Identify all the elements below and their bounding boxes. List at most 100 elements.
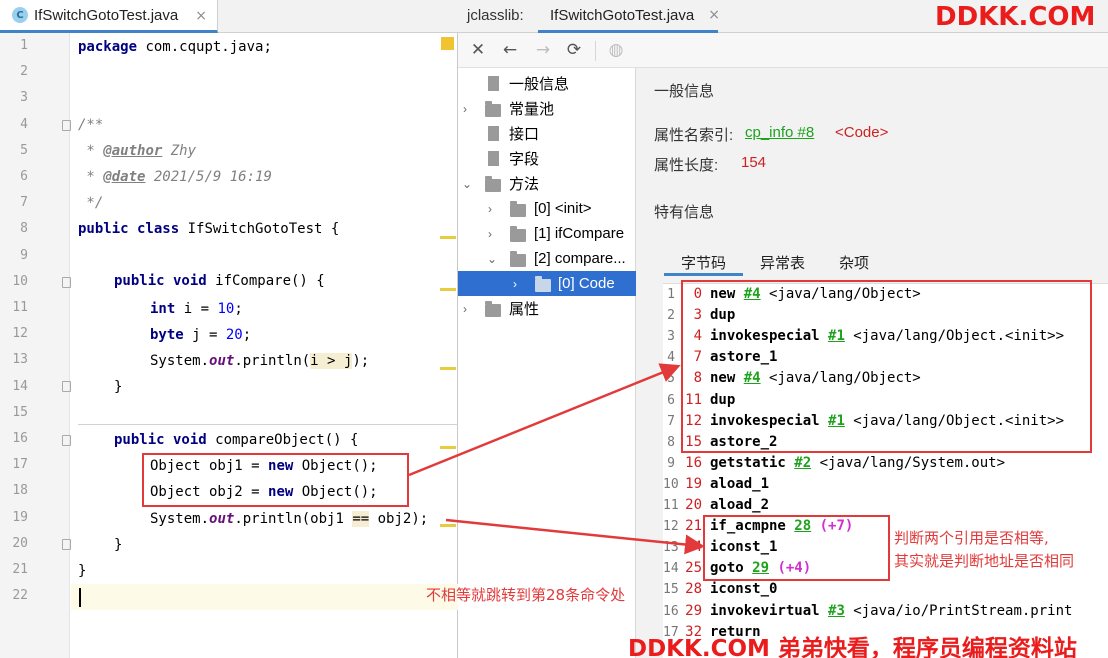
tree-item-methods[interactable]: ⌄ 方法	[458, 171, 636, 196]
attr-name-value: <Code>	[835, 124, 889, 141]
code-line[interactable]: }	[78, 558, 86, 584]
bytecode-line-number: 10	[663, 476, 679, 492]
bytecode-line-number: 2	[667, 308, 675, 324]
chevron-right-icon[interactable]: ›	[513, 277, 517, 291]
code-line[interactable]: }	[114, 374, 122, 400]
chevron-down-icon[interactable]: ⌄	[462, 177, 472, 191]
close-icon[interactable]: ×	[708, 7, 720, 23]
line-number: 18	[12, 483, 28, 499]
chevron-right-icon[interactable]: ›	[463, 302, 467, 316]
folder-icon	[510, 226, 526, 242]
close-icon[interactable]: ✕	[466, 38, 490, 62]
editor-tab[interactable]: C IfSwitchGotoTest.java ×	[0, 0, 218, 33]
tree-item-method-ifcompare[interactable]: › [1] ifCompare	[458, 221, 636, 246]
bytecode-operand-link[interactable]: #2	[794, 455, 811, 471]
scroll-marker[interactable]	[440, 446, 456, 449]
specific-info-heading: 特有信息	[654, 204, 715, 221]
line-number: 13	[12, 352, 28, 368]
attr-name-index-label: 属性名索引:	[654, 127, 734, 144]
forward-arrow-icon[interactable]: →	[531, 38, 555, 62]
code-line[interactable]: System.out.println(obj1 == obj2);	[150, 506, 428, 532]
jclasslib-toolbar: ✕ ← → ⟳ ◍	[458, 33, 1108, 68]
tree-item-fields[interactable]: 字段	[458, 146, 636, 171]
bytecode-line-number: 11	[663, 498, 679, 513]
line-number: 11	[12, 300, 28, 315]
code-line[interactable]: * @author Zhy	[78, 138, 196, 164]
bytecode-opcode: aload_1	[710, 475, 770, 492]
close-icon[interactable]: ×	[195, 8, 207, 24]
code-editor: C IfSwitchGotoTest.java × 1 2 3 4 5 6 7 8 9 10 11 1…	[0, 0, 458, 658]
bytecode-line-number: 7	[667, 413, 675, 429]
line-number: 2	[20, 64, 28, 80]
compare-annotation-line1: 判断两个引用是否相等,	[894, 529, 1049, 547]
code-line[interactable]: public void compareObject() {	[114, 427, 358, 453]
refresh-icon[interactable]: ⟳	[562, 38, 586, 62]
jclasslib-tab[interactable]: IfSwitchGotoTest.java ×	[538, 0, 720, 33]
tab-bytecode[interactable]: 字节码	[664, 246, 744, 276]
warning-indicator-icon[interactable]	[441, 37, 454, 50]
bytecode-offset: 24	[685, 539, 702, 556]
editor-tab-bar: C IfSwitchGotoTest.java ×	[0, 0, 458, 33]
fold-icon[interactable]	[62, 277, 71, 288]
tree-item-method-init[interactable]: › [0] <init>	[458, 196, 636, 221]
tree-item-attributes[interactable]: › 属性	[458, 296, 636, 321]
chevron-right-icon[interactable]: ›	[488, 202, 492, 216]
scroll-marker[interactable]	[440, 288, 456, 291]
line-number: 8	[20, 221, 28, 237]
tab-exception-table[interactable]: 异常表	[743, 246, 822, 276]
tree-item-code[interactable]: › [0] Code	[458, 271, 636, 296]
code-line[interactable]: /**	[78, 112, 103, 138]
code-line[interactable]: int i = 10;	[150, 296, 243, 322]
fold-icon[interactable]	[62, 120, 71, 131]
bytecode-line-number: 5	[667, 371, 675, 387]
method-separator	[78, 424, 458, 425]
chevron-right-icon[interactable]: ›	[463, 102, 467, 116]
line-number: 14	[12, 378, 28, 394]
code-subtabs: 字节码 异常表 杂项	[664, 246, 886, 276]
code-line[interactable]: byte j = 20;	[150, 322, 251, 348]
bytecode-opcode: aload_2	[710, 497, 770, 513]
code-line[interactable]: public void ifCompare() {	[114, 268, 325, 294]
document-icon	[488, 76, 499, 91]
line-number: 5	[20, 142, 28, 158]
scroll-marker[interactable]	[440, 236, 456, 239]
back-arrow-icon[interactable]: ←	[498, 38, 522, 62]
structure-tree: 一般信息 › 常量池 接口 字段 ⌄ 方法 › [0] <init> › [1]…	[458, 68, 636, 658]
bytecode-comment: <java/lang/System.out>	[811, 454, 1006, 471]
tree-item-label: [2] compare...	[534, 250, 626, 267]
code-line[interactable]: package com.cqupt.java;	[78, 34, 272, 60]
web-icon[interactable]: ◍	[604, 38, 628, 62]
scroll-marker[interactable]	[440, 367, 456, 370]
fold-icon[interactable]	[62, 435, 71, 446]
chevron-right-icon[interactable]: ›	[488, 227, 492, 241]
folder-icon	[485, 176, 501, 192]
attr-name-index-link[interactable]: cp_info #8	[745, 124, 814, 141]
tree-item-constant-pool[interactable]: › 常量池	[458, 96, 636, 121]
bytecode-opcode: getstatic	[710, 454, 786, 471]
tree-item-label: [0] Code	[558, 275, 615, 292]
tree-item-general-info[interactable]: 一般信息	[458, 71, 636, 96]
attr-length-value: 154	[741, 154, 767, 171]
fold-icon[interactable]	[62, 539, 71, 550]
bytecode-line-number: 13	[663, 540, 679, 556]
scroll-marker[interactable]	[440, 524, 456, 527]
bytecode-comment: <java/io/PrintStream.print	[844, 602, 1073, 619]
fold-icon[interactable]	[62, 381, 71, 392]
bytecode-line-number: 8	[667, 434, 675, 450]
tree-item-interfaces[interactable]: 接口	[458, 121, 636, 146]
bytecode-operand-link[interactable]: #3	[828, 603, 845, 619]
bytecode-opcode: invokevirtual	[710, 602, 820, 619]
code-line[interactable]: System.out.println(i > j);	[150, 348, 369, 374]
code-line[interactable]: */	[78, 190, 103, 216]
code-line[interactable]: }	[114, 532, 122, 558]
code-line[interactable]: * @date 2021/5/9 16:19	[78, 164, 271, 190]
tab-misc[interactable]: 杂项	[822, 246, 886, 276]
tree-item-label: 接口	[509, 126, 540, 143]
folder-icon	[510, 201, 526, 217]
line-number: 10	[12, 273, 28, 289]
code-line[interactable]: public class IfSwitchGotoTest {	[78, 216, 339, 242]
line-number: 6	[20, 169, 28, 184]
general-info-heading: 一般信息	[654, 83, 715, 100]
tree-item-method-compareobject[interactable]: ⌄ [2] compare...	[458, 246, 636, 271]
chevron-down-icon[interactable]: ⌄	[487, 252, 497, 266]
